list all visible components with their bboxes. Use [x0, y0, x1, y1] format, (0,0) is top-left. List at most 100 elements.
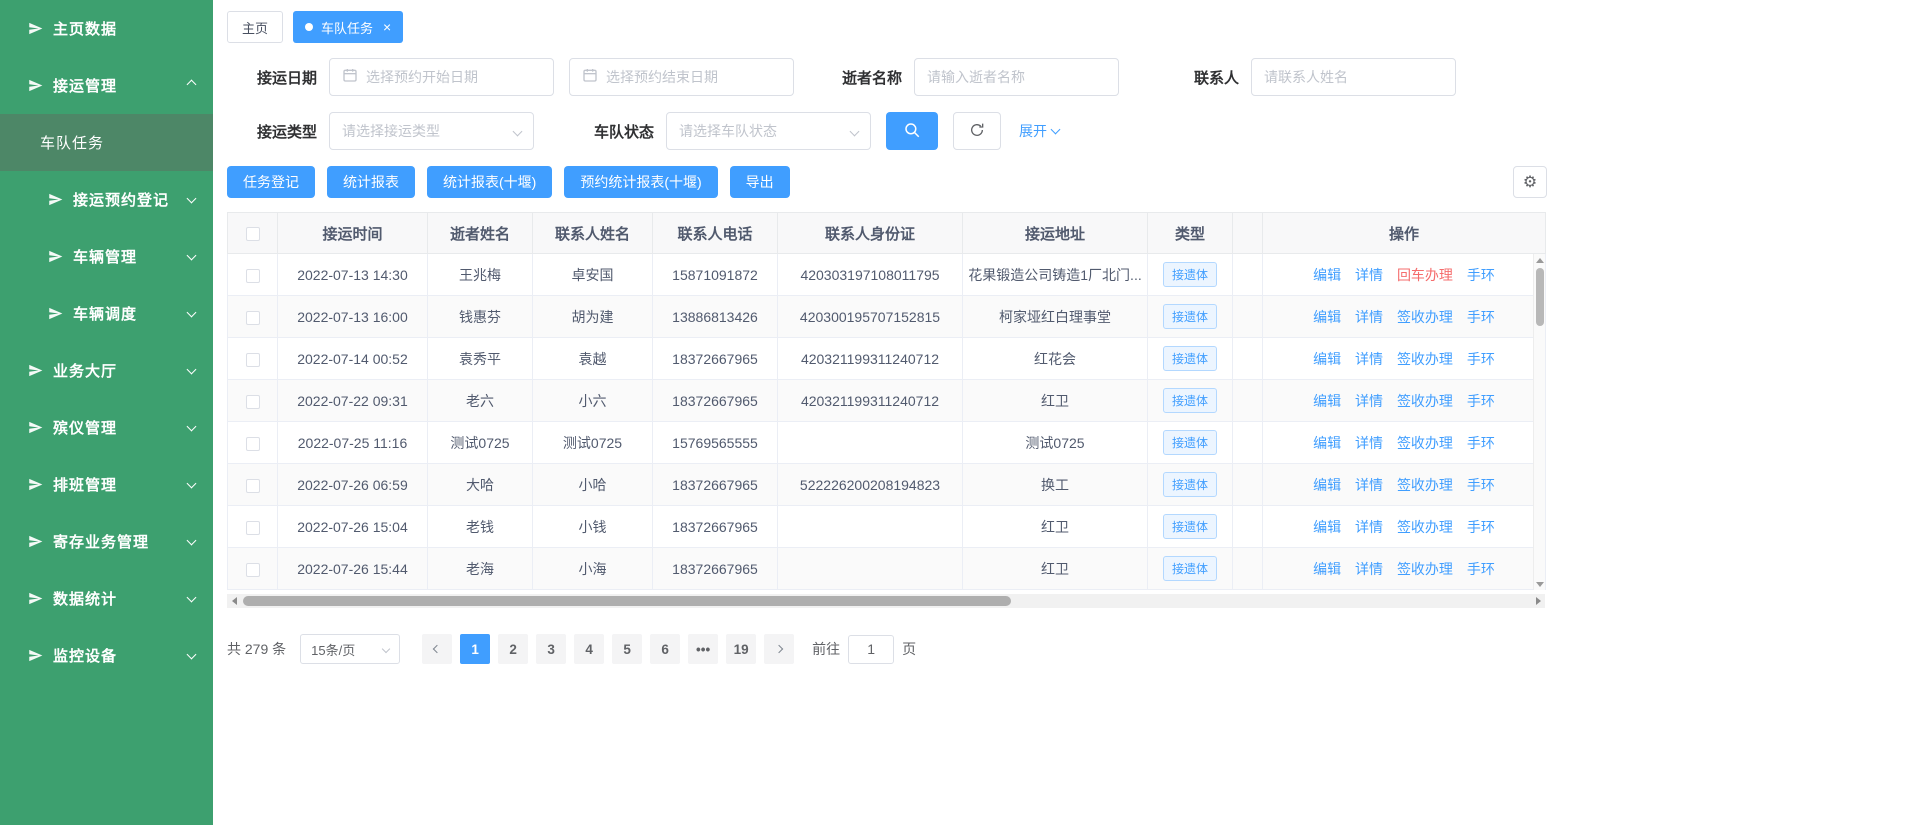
prev-page-button[interactable] — [422, 634, 452, 664]
scroll-up-icon[interactable] — [1534, 254, 1546, 266]
wristband-link[interactable]: 手环 — [1467, 309, 1495, 325]
sidebar-item-label: 监控设备 — [53, 645, 117, 666]
goto-page-input[interactable] — [848, 635, 894, 664]
row-checkbox[interactable] — [246, 353, 260, 367]
detail-link[interactable]: 详情 — [1355, 351, 1383, 367]
process-link[interactable]: 签收办理 — [1397, 561, 1453, 577]
deceased-name-field[interactable] — [914, 58, 1119, 96]
edit-link[interactable]: 编辑 — [1313, 519, 1341, 535]
date-start-input[interactable] — [366, 69, 541, 85]
col-time: 接运时间 — [278, 213, 428, 254]
task-register-button[interactable]: 任务登记 — [227, 166, 315, 198]
wristband-link[interactable]: 手环 — [1467, 519, 1495, 535]
wristband-link[interactable]: 手环 — [1467, 393, 1495, 409]
select-all-checkbox[interactable] — [246, 227, 260, 241]
page-button-5[interactable]: 5 — [612, 634, 642, 664]
horizontal-scrollbar-thumb[interactable] — [243, 596, 1011, 606]
sidebar-item-appointment-registration[interactable]: 接运预约登记 — [0, 171, 213, 228]
scroll-down-icon[interactable] — [1534, 578, 1546, 590]
page-button-4[interactable]: 4 — [574, 634, 604, 664]
sidebar-item-business-hall[interactable]: 业务大厅 — [0, 342, 213, 399]
page-button-19[interactable]: 19 — [726, 634, 756, 664]
row-checkbox[interactable] — [246, 311, 260, 325]
transport-type-select[interactable]: 请选择接运类型 — [329, 112, 534, 150]
row-checkbox[interactable] — [246, 479, 260, 493]
next-page-button[interactable] — [764, 634, 794, 664]
row-checkbox[interactable] — [246, 521, 260, 535]
expand-link[interactable]: 展开 — [1019, 121, 1059, 141]
pagination: 共 279 条 15条/页 1 2 3 4 5 6 ••• 19 前往 页 — [227, 634, 1545, 664]
wristband-link[interactable]: 手环 — [1467, 351, 1495, 367]
page-button-2[interactable]: 2 — [498, 634, 528, 664]
page-size-select[interactable]: 15条/页 — [300, 634, 400, 664]
process-link[interactable]: 签收办理 — [1397, 351, 1453, 367]
wristband-link[interactable]: 手环 — [1467, 477, 1495, 493]
wristband-link[interactable]: 手环 — [1467, 561, 1495, 577]
edit-link[interactable]: 编辑 — [1313, 477, 1341, 493]
edit-link[interactable]: 编辑 — [1313, 435, 1341, 451]
chevron-down-icon — [187, 536, 197, 546]
page-ellipsis[interactable]: ••• — [688, 634, 718, 664]
sidebar-item-monitoring[interactable]: 监控设备 — [0, 627, 213, 684]
sidebar-item-storage-management[interactable]: 寄存业务管理 — [0, 513, 213, 570]
detail-link[interactable]: 详情 — [1355, 435, 1383, 451]
date-start-field[interactable] — [329, 58, 554, 96]
wristband-link[interactable]: 手环 — [1467, 267, 1495, 283]
gear-icon: ⚙ — [1523, 172, 1537, 192]
fleet-status-select[interactable]: 请选择车队状态 — [666, 112, 871, 150]
detail-link[interactable]: 详情 — [1355, 561, 1383, 577]
report-button[interactable]: 统计报表 — [327, 166, 415, 198]
appointment-report-shiyan-button[interactable]: 预约统计报表(十堰) — [564, 166, 717, 198]
send-icon — [28, 420, 43, 435]
detail-link[interactable]: 详情 — [1355, 477, 1383, 493]
tab-fleet-tasks[interactable]: 车队任务 × — [293, 11, 403, 43]
row-checkbox[interactable] — [246, 269, 260, 283]
contact-input[interactable] — [1264, 69, 1443, 85]
contact-field[interactable] — [1251, 58, 1456, 96]
row-checkbox[interactable] — [246, 437, 260, 451]
sidebar-item-vehicle-dispatch[interactable]: 车辆调度 — [0, 285, 213, 342]
export-button[interactable]: 导出 — [730, 166, 790, 198]
process-link[interactable]: 签收办理 — [1397, 309, 1453, 325]
sidebar-item-home-data[interactable]: 主页数据 — [0, 0, 213, 57]
cell-address: 换工 — [963, 464, 1148, 506]
process-link[interactable]: 回车办理 — [1397, 267, 1453, 283]
edit-link[interactable]: 编辑 — [1313, 393, 1341, 409]
wristband-link[interactable]: 手环 — [1467, 435, 1495, 451]
row-checkbox[interactable] — [246, 395, 260, 409]
date-end-input[interactable] — [606, 69, 781, 85]
scroll-right-icon[interactable] — [1531, 594, 1545, 608]
sidebar-item-fleet-tasks[interactable]: 车队任务 — [0, 114, 213, 171]
sidebar-item-vehicle-management[interactable]: 车辆管理 — [0, 228, 213, 285]
row-checkbox[interactable] — [246, 563, 260, 577]
scroll-left-icon[interactable] — [227, 594, 241, 608]
detail-link[interactable]: 详情 — [1355, 309, 1383, 325]
edit-link[interactable]: 编辑 — [1313, 561, 1341, 577]
process-link[interactable]: 签收办理 — [1397, 435, 1453, 451]
sidebar-item-transport-management[interactable]: 接运管理 — [0, 57, 213, 114]
sidebar-item-funeral-management[interactable]: 殡仪管理 — [0, 399, 213, 456]
detail-link[interactable]: 详情 — [1355, 267, 1383, 283]
report-shiyan-button[interactable]: 统计报表(十堰) — [427, 166, 552, 198]
edit-link[interactable]: 编辑 — [1313, 309, 1341, 325]
vertical-scrollbar-thumb[interactable] — [1536, 268, 1544, 326]
sidebar-item-shift-management[interactable]: 排班管理 — [0, 456, 213, 513]
refresh-button[interactable] — [953, 112, 1001, 150]
edit-link[interactable]: 编辑 — [1313, 267, 1341, 283]
close-icon[interactable]: × — [383, 19, 391, 35]
detail-link[interactable]: 详情 — [1355, 519, 1383, 535]
process-link[interactable]: 签收办理 — [1397, 519, 1453, 535]
search-button[interactable] — [886, 112, 938, 150]
deceased-name-input[interactable] — [927, 69, 1106, 85]
date-end-field[interactable] — [569, 58, 794, 96]
detail-link[interactable]: 详情 — [1355, 393, 1383, 409]
process-link[interactable]: 签收办理 — [1397, 393, 1453, 409]
sidebar-item-statistics[interactable]: 数据统计 — [0, 570, 213, 627]
page-button-1[interactable]: 1 — [460, 634, 490, 664]
column-settings-button[interactable]: ⚙ — [1513, 166, 1547, 198]
page-button-6[interactable]: 6 — [650, 634, 680, 664]
page-button-3[interactable]: 3 — [536, 634, 566, 664]
process-link[interactable]: 签收办理 — [1397, 477, 1453, 493]
edit-link[interactable]: 编辑 — [1313, 351, 1341, 367]
tab-home[interactable]: 主页 — [227, 11, 283, 43]
